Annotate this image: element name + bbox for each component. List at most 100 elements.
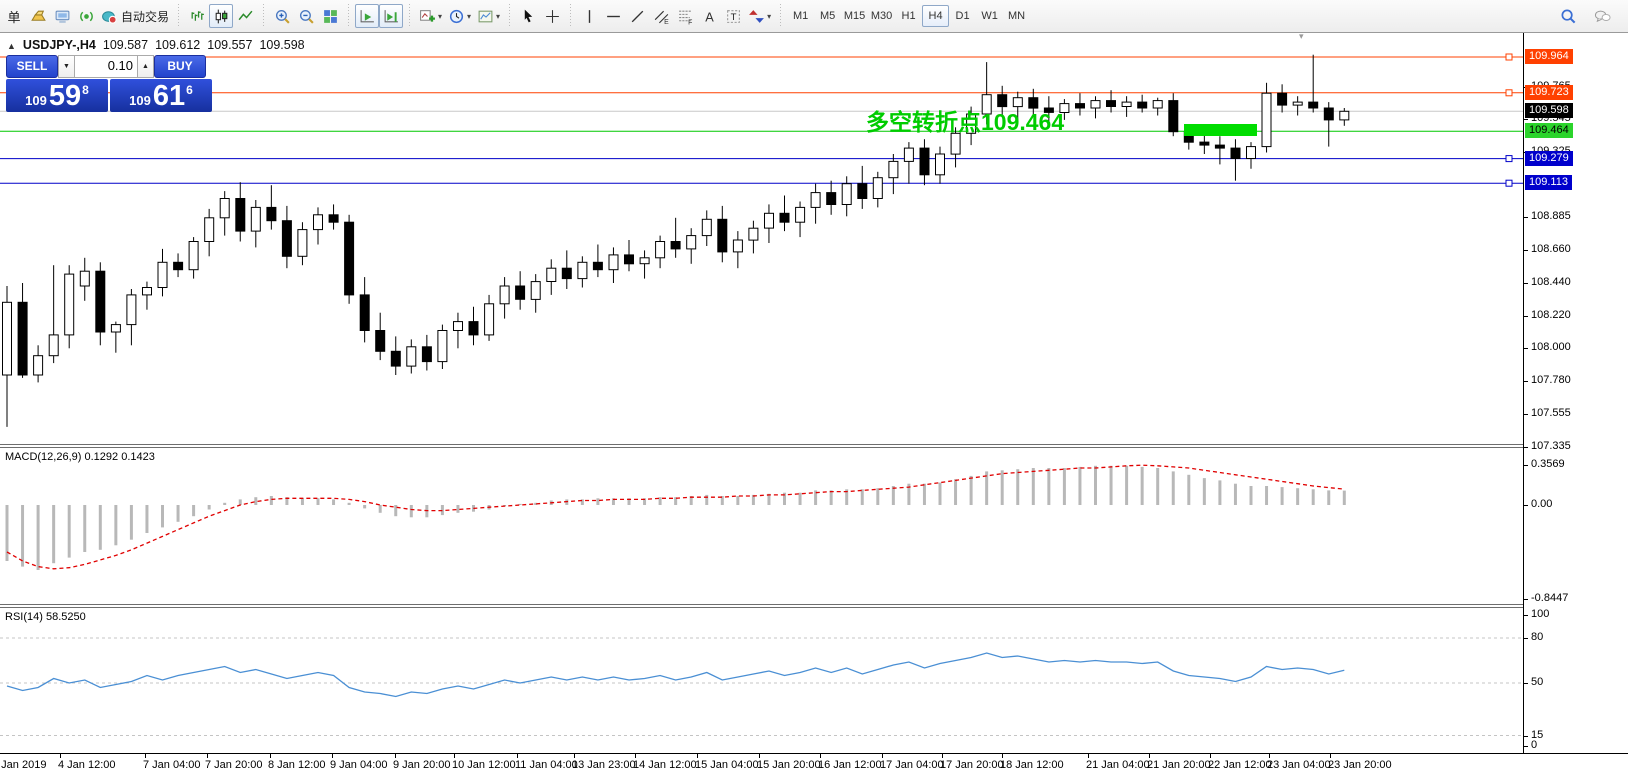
price-level-tag: 109.279 xyxy=(1525,151,1573,166)
candlestick-icon xyxy=(213,8,230,25)
volume-increase-button[interactable]: ▲ xyxy=(137,55,154,78)
crosshair-button[interactable] xyxy=(540,4,564,28)
horizontal-line-button[interactable] xyxy=(601,4,625,28)
text-icon: A xyxy=(701,8,718,25)
macd-tick-label: 0.00 xyxy=(1531,498,1552,510)
collapse-panel-icon[interactable]: ▲ xyxy=(7,41,16,51)
chat-button[interactable] xyxy=(1590,4,1614,28)
buy-button[interactable]: BUY xyxy=(154,55,206,78)
sell-price-display[interactable]: 109 59 8 xyxy=(6,79,108,112)
timeframe-d1-button[interactable]: D1 xyxy=(949,5,976,27)
timeframe-h4-button[interactable]: H4 xyxy=(922,5,949,27)
bar-chart-button[interactable] xyxy=(185,4,209,28)
trendline-button[interactable] xyxy=(625,4,649,28)
time-axis[interactable]: 3 Jan 20194 Jan 12:007 Jan 04:007 Jan 20… xyxy=(0,753,1628,777)
tile-windows-button[interactable] xyxy=(318,4,342,28)
time-tick-mark xyxy=(395,754,396,758)
rsi-pane[interactable] xyxy=(0,608,1523,753)
time-tick-label: 17 Jan 04:00 xyxy=(880,759,944,771)
time-tick-label: 17 Jan 20:00 xyxy=(940,759,1004,771)
pivot-zone-rectangle[interactable] xyxy=(1184,124,1257,136)
rsi-tick-label: 80 xyxy=(1531,631,1543,643)
auto-scroll-icon xyxy=(359,8,376,25)
line-chart-button[interactable] xyxy=(233,4,257,28)
time-tick-label: 3 Jan 2019 xyxy=(0,759,46,771)
auto-scroll-button[interactable] xyxy=(355,4,379,28)
time-tick-mark xyxy=(1149,754,1150,758)
search-button[interactable] xyxy=(1556,4,1580,28)
price-chart-pane[interactable] xyxy=(0,33,1523,444)
time-tick-mark xyxy=(1088,754,1089,758)
timeframe-m15-button[interactable]: M15 xyxy=(841,5,868,27)
macd-pane[interactable] xyxy=(0,448,1523,604)
zoom-in-button[interactable] xyxy=(270,4,294,28)
new-order-button[interactable]: 单 xyxy=(2,4,26,28)
toolbar-separator xyxy=(568,4,573,28)
dropdown-arrow-icon[interactable]: ▾ xyxy=(767,12,771,21)
pivot-annotation-text[interactable]: 多空转折点109.464 xyxy=(866,103,1064,137)
axis-tick-mark xyxy=(1524,348,1528,349)
indicators-button[interactable]: ▾ xyxy=(416,4,445,28)
axis-tick-mark xyxy=(1524,746,1528,747)
axis-tick-mark xyxy=(1524,465,1528,466)
text-button[interactable]: A xyxy=(697,4,721,28)
timeframe-m1-button[interactable]: M1 xyxy=(787,5,814,27)
time-tick-label: 9 Jan 04:00 xyxy=(330,759,388,771)
volume-decrease-button[interactable]: ▼ xyxy=(58,55,75,78)
terminal-icon-button[interactable] xyxy=(50,4,74,28)
svg-text:F: F xyxy=(688,19,692,25)
one-click-trading-panel: SELL ▼ 0.10 ▲ BUY 109 59 8 109 61 6 xyxy=(6,55,212,112)
price-level-tag: 109.464 xyxy=(1525,123,1573,138)
autotrading-button[interactable]: 自动交易 xyxy=(98,4,172,28)
templates-button[interactable]: ▾ xyxy=(474,4,503,28)
signals-icon-button[interactable] xyxy=(74,4,98,28)
time-tick-mark xyxy=(1002,754,1003,758)
timeframe-h1-button[interactable]: H1 xyxy=(895,5,922,27)
sell-button[interactable]: SELL xyxy=(6,55,58,78)
buy-price-prefix: 109 xyxy=(129,93,151,108)
volume-input[interactable]: 0.10 xyxy=(75,55,137,78)
gold-icon-button[interactable] xyxy=(26,4,50,28)
dropdown-arrow-icon[interactable]: ▾ xyxy=(438,12,442,21)
timeframe-mn-button[interactable]: MN xyxy=(1003,5,1030,27)
cursor-button[interactable] xyxy=(516,4,540,28)
bar-chart-icon xyxy=(189,8,206,25)
timeframe-w1-button[interactable]: W1 xyxy=(976,5,1003,27)
symbol-period-label: USDJPY-,H4 xyxy=(23,38,96,52)
zoom-out-button[interactable] xyxy=(294,4,318,28)
macd-tick-label: 0.3569 xyxy=(1531,458,1565,470)
dropdown-arrow-icon[interactable]: ▾ xyxy=(496,12,500,21)
arrows-button[interactable]: ▾ xyxy=(745,4,774,28)
buy-price-big: 61 xyxy=(153,82,185,111)
time-tick-mark xyxy=(1210,754,1211,758)
chart-shift-button[interactable] xyxy=(379,4,403,28)
time-tick-label: 23 Jan 04:00 xyxy=(1267,759,1331,771)
time-tick-label: 4 Jan 12:00 xyxy=(58,759,116,771)
low-value: 109.557 xyxy=(207,38,252,52)
price-axis[interactable]: 109.765109.545109.325108.885108.660108.4… xyxy=(1523,33,1628,753)
timeframe-m30-button[interactable]: M30 xyxy=(868,5,895,27)
periods-button[interactable]: ▾ xyxy=(445,4,474,28)
indicators-icon xyxy=(419,8,436,25)
time-tick-mark xyxy=(820,754,821,758)
dropdown-arrow-icon[interactable]: ▾ xyxy=(467,12,471,21)
candlestick-button[interactable] xyxy=(209,4,233,28)
timeframe-m5-button[interactable]: M5 xyxy=(814,5,841,27)
price-tick-label: 108.440 xyxy=(1531,276,1571,288)
time-tick-label: 8 Jan 12:00 xyxy=(268,759,326,771)
time-tick-mark xyxy=(454,754,455,758)
price-level-tag: 109.964 xyxy=(1525,49,1573,64)
vertical-line-button[interactable] xyxy=(577,4,601,28)
rsi-tick-label: 100 xyxy=(1531,608,1549,620)
macd-tick-label: -0.8447 xyxy=(1531,592,1568,604)
time-tick-label: 11 Jan 04:00 xyxy=(515,759,578,771)
axis-tick-mark xyxy=(1524,505,1528,506)
scrollbar-thumb-icon[interactable]: ▾ xyxy=(1299,31,1304,42)
buy-price-display[interactable]: 109 61 6 xyxy=(110,79,212,112)
price-level-tag: 109.113 xyxy=(1525,175,1572,190)
price-tick-label: 108.660 xyxy=(1531,243,1571,255)
time-tick-label: 21 Jan 20:00 xyxy=(1147,759,1211,771)
fibonacci-button[interactable]: F xyxy=(673,4,697,28)
channel-button[interactable]: E xyxy=(649,4,673,28)
text-label-button[interactable]: T xyxy=(721,4,745,28)
